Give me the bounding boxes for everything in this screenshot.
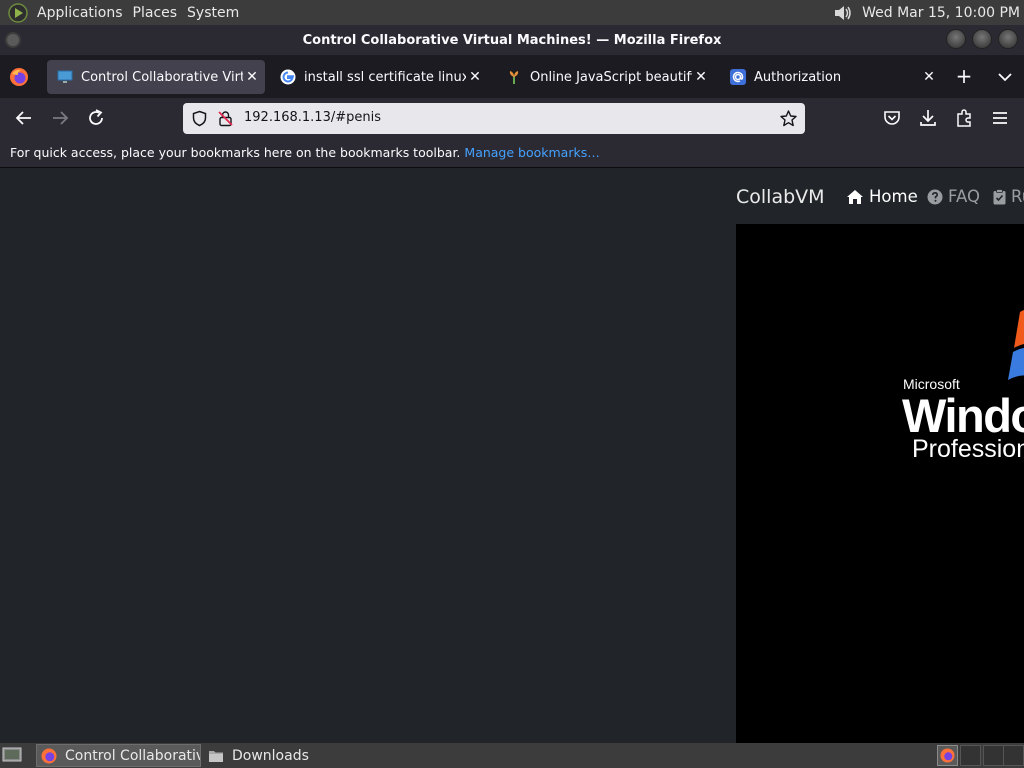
url-text[interactable]: 192.168.1.13/#penis <box>244 110 381 125</box>
close-tab-icon[interactable]: ✕ <box>692 69 710 85</box>
boot-edition-text: Professional <box>912 435 1024 463</box>
workspace-4-icon[interactable] <box>1003 745 1024 766</box>
pocket-icon[interactable] <box>881 107 903 129</box>
vm-display[interactable]: Microsoft Windows Professional <box>736 224 1024 743</box>
hamburger-menu-icon[interactable] <box>989 107 1011 129</box>
window-title: Control Collaborative Virtual Machines! … <box>302 32 722 48</box>
tab-strip: Control Collaborative Virtual Machines! … <box>0 55 1024 98</box>
maximize-button[interactable] <box>972 29 992 49</box>
nav-faq-label: FAQ <box>948 187 980 206</box>
back-arrow-icon[interactable] <box>13 107 35 129</box>
gnome-foot-icon[interactable] <box>8 2 28 23</box>
taskbar-item-firefox[interactable]: Control Collaborative Virtual Machines! … <box>36 744 201 767</box>
shield-icon[interactable] <box>191 110 208 127</box>
monitor-icon <box>57 70 73 83</box>
forward-arrow-icon[interactable] <box>49 107 71 129</box>
tab-label: install ssl certificate linux - Google S… <box>304 69 466 85</box>
nav-home-link[interactable]: Home <box>846 187 918 206</box>
system-menu[interactable]: System <box>182 0 244 25</box>
tab-google-search[interactable]: install ssl certificate linux - Google S… <box>270 60 488 94</box>
windows-flag-logo <box>1008 309 1024 380</box>
tab-label: Authorization <box>754 69 842 85</box>
manage-bookmarks-link[interactable]: Manage bookmarks… <box>464 145 599 160</box>
download-icon[interactable] <box>917 107 939 129</box>
window-titlebar[interactable]: Control Collaborative Virtual Machines! … <box>0 25 1024 55</box>
show-desktop-icon[interactable] <box>2 747 22 764</box>
bottom-panel: Control Collaborative Virtual Machines! … <box>0 743 1024 768</box>
window-menu-button[interactable] <box>5 32 21 48</box>
firefox-icon <box>41 748 57 763</box>
bookmarks-toolbar: For quick access, place your bookmarks h… <box>0 138 1024 168</box>
at-sign-icon <box>730 69 746 85</box>
close-window-button[interactable] <box>998 29 1018 49</box>
nav-rules-link[interactable]: Rules <box>993 187 1024 206</box>
clock[interactable]: Wed Mar 15, 10:00 PM <box>862 5 1024 21</box>
close-tab-icon[interactable]: ✕ <box>466 69 484 85</box>
collabvm-brand[interactable]: CollabVM <box>736 186 825 208</box>
places-menu[interactable]: Places <box>128 0 183 25</box>
bookmark-star-icon[interactable] <box>779 109 798 128</box>
tab-label: Online JavaScript beautifier <box>530 69 692 85</box>
workspace-1-firefox-icon[interactable] <box>937 745 958 766</box>
tab-authorization[interactable]: Authorization ✕ <box>720 60 942 94</box>
home-icon <box>847 189 863 204</box>
firefox-view-icon[interactable] <box>9 67 29 87</box>
nav-faq-link[interactable]: FAQ <box>927 187 980 206</box>
clipboard-check-icon <box>993 188 1006 204</box>
chevron-down-icon[interactable] <box>994 66 1016 88</box>
taskbar-item-label: Control Collaborative Virtual Machines! … <box>65 747 200 764</box>
url-bar[interactable]: 192.168.1.13/#penis <box>183 103 805 134</box>
tab-js-beautifier[interactable]: Online JavaScript beautifier ✕ <box>496 60 714 94</box>
workspace-3-icon[interactable] <box>983 745 1004 766</box>
extensions-puzzle-icon[interactable] <box>953 107 975 129</box>
google-icon <box>280 69 296 85</box>
new-tab-plus-icon[interactable]: + <box>953 66 975 88</box>
beautifier-icon <box>509 71 519 84</box>
taskbar-item-downloads[interactable]: Downloads <box>204 744 364 767</box>
reload-icon[interactable] <box>85 107 107 129</box>
tab-collabvm[interactable]: Control Collaborative Virtual Machines! … <box>47 60 265 94</box>
nav-home-label: Home <box>869 187 918 206</box>
folder-icon <box>209 750 223 762</box>
insecure-lock-icon[interactable] <box>217 110 234 127</box>
close-tab-icon[interactable]: ✕ <box>243 69 261 85</box>
top-panel: Applications Places System Wed Mar 15, 1… <box>0 0 1024 25</box>
close-tab-icon[interactable]: ✕ <box>920 69 938 85</box>
speaker-icon[interactable] <box>832 2 854 24</box>
applications-menu[interactable]: Applications <box>32 0 128 25</box>
bookmarks-hint: For quick access, place your bookmarks h… <box>10 145 461 160</box>
question-circle-icon <box>927 189 943 204</box>
minimize-button[interactable] <box>946 29 966 49</box>
page-content: CollabVM Home FAQ Rules Microsoft Window… <box>0 168 1024 743</box>
tab-label: Control Collaborative Virtual Machines! <box>81 69 243 85</box>
taskbar-item-label: Downloads <box>232 747 309 764</box>
nav-rules-label: Rules <box>1011 187 1024 206</box>
workspace-2-icon[interactable] <box>960 745 981 766</box>
